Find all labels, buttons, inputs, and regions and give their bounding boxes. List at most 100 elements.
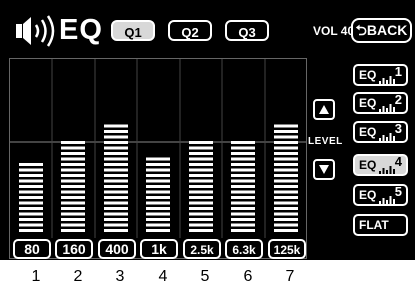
band-freq-label: 400: [105, 241, 129, 257]
band-freq-label: 80: [24, 241, 40, 257]
bar-segment: [61, 190, 85, 194]
preset-eq5-button[interactable]: EQ 5: [353, 184, 408, 206]
bar-segment: [19, 207, 43, 210]
preset-label: EQ: [359, 96, 377, 110]
bar-segment: [104, 190, 128, 194]
bar-segment: [104, 135, 128, 139]
bar-segment: [231, 174, 255, 177]
mini-eq-bar: [382, 198, 385, 204]
eq-bar-band-2[interactable]: [61, 141, 85, 232]
bar-segment: [146, 185, 170, 188]
bar-segment: [274, 196, 298, 199]
eq-bar-band-4[interactable]: [146, 157, 170, 233]
bar-segment: [274, 179, 298, 183]
bar-segment: [19, 174, 43, 177]
mini-eq-bar: [386, 108, 388, 112]
bar-segment: [274, 229, 298, 232]
bar-segment: [146, 229, 170, 232]
eq-bar-band-3[interactable]: [104, 124, 128, 233]
bar-segment: [19, 190, 43, 194]
bar-segment: [61, 212, 85, 216]
preset-flat-button[interactable]: FLAT: [353, 214, 408, 236]
user-eq-q2-button[interactable]: Q2: [168, 20, 212, 41]
preset-eq2-button[interactable]: EQ 2: [353, 92, 408, 114]
level-down-button[interactable]: [313, 159, 335, 180]
bar-segment: [61, 223, 85, 227]
bar-segment: [231, 201, 255, 205]
bar-segment: [146, 163, 170, 166]
band-number-label: 3: [115, 268, 125, 285]
bar-segment: [104, 201, 128, 205]
band-freq-label: 125k: [274, 243, 301, 257]
bar-segment: [146, 179, 170, 183]
mini-eq-bar: [386, 137, 388, 141]
bar-segment: [146, 174, 170, 177]
bar-segment: [231, 152, 255, 155]
bar-segment: [61, 207, 85, 210]
bar-segment: [19, 179, 43, 183]
mini-eq-bar: [386, 170, 388, 174]
bar-segment: [104, 179, 128, 183]
triangle-up-icon: [319, 105, 329, 114]
mini-eq-bar: [379, 201, 381, 204]
bar-segment: [61, 174, 85, 177]
bar-segment: [189, 157, 213, 161]
bar-segment: [19, 185, 43, 188]
mini-eq-bar: [382, 135, 385, 141]
bar-segment: [146, 196, 170, 199]
eq-band-panel[interactable]: 80 160 400 1k 2.5k 6.3k 125k: [9, 58, 307, 259]
eq-bar-band-1[interactable]: [19, 163, 43, 232]
bar-segment: [189, 168, 213, 172]
bar-segment: [274, 163, 298, 166]
bar-segment: [104, 124, 128, 128]
eq-bar-band-6[interactable]: [231, 141, 255, 232]
preset-eq3-button[interactable]: EQ 3: [353, 121, 408, 143]
mini-eq-bar: [386, 200, 388, 204]
bar-segment: [274, 157, 298, 161]
bar-segment: [61, 168, 85, 172]
eq-bar-band-5[interactable]: [189, 141, 213, 232]
back-button[interactable]: ⮌BACK: [351, 18, 412, 43]
bar-segment: [19, 168, 43, 172]
user-eq-q1-button[interactable]: Q1: [111, 20, 155, 41]
bar-segment: [61, 229, 85, 232]
eq-bar-band-7[interactable]: [274, 124, 298, 233]
mini-eq-bar: [379, 171, 381, 174]
bar-segment: [189, 179, 213, 183]
preset-eq4-button[interactable]: EQ 4: [353, 154, 408, 176]
mini-eq-bar: [382, 106, 385, 112]
preset-number: 4: [394, 154, 402, 169]
preset-label: EQ: [359, 125, 377, 139]
bar-segment: [19, 223, 43, 227]
preset-eq1-button[interactable]: EQ 1: [353, 64, 408, 86]
preset-number: 5: [394, 184, 402, 199]
bar-segment: [231, 218, 255, 221]
bar-segment: [61, 141, 85, 144]
bar-segment: [104, 157, 128, 161]
band-number-label: 6: [243, 268, 253, 285]
level-up-button[interactable]: [313, 99, 335, 120]
bar-segment: [189, 218, 213, 221]
volume-indicator: VOL 40: [313, 24, 355, 38]
preset-number: 3: [394, 121, 402, 136]
user-eq-q3-button[interactable]: Q3: [225, 20, 269, 41]
bar-segment: [189, 174, 213, 177]
bar-segment: [104, 218, 128, 221]
level-label: LEVEL: [308, 136, 343, 147]
bar-segment: [104, 168, 128, 172]
bar-segment: [274, 201, 298, 205]
mini-eq-bar: [379, 138, 381, 141]
bar-segment: [189, 201, 213, 205]
bar-segment: [274, 212, 298, 216]
bar-segment: [104, 212, 128, 216]
bar-segment: [231, 190, 255, 194]
bar-segment: [231, 146, 255, 150]
bar-segment: [189, 229, 213, 232]
eq-title: EQ: [59, 14, 103, 46]
bar-segment: [146, 223, 170, 227]
bar-segment: [274, 124, 298, 128]
bar-segment: [61, 196, 85, 199]
bar-segment: [104, 229, 128, 232]
band-freq-label: 160: [62, 241, 86, 257]
bar-segment: [19, 201, 43, 205]
